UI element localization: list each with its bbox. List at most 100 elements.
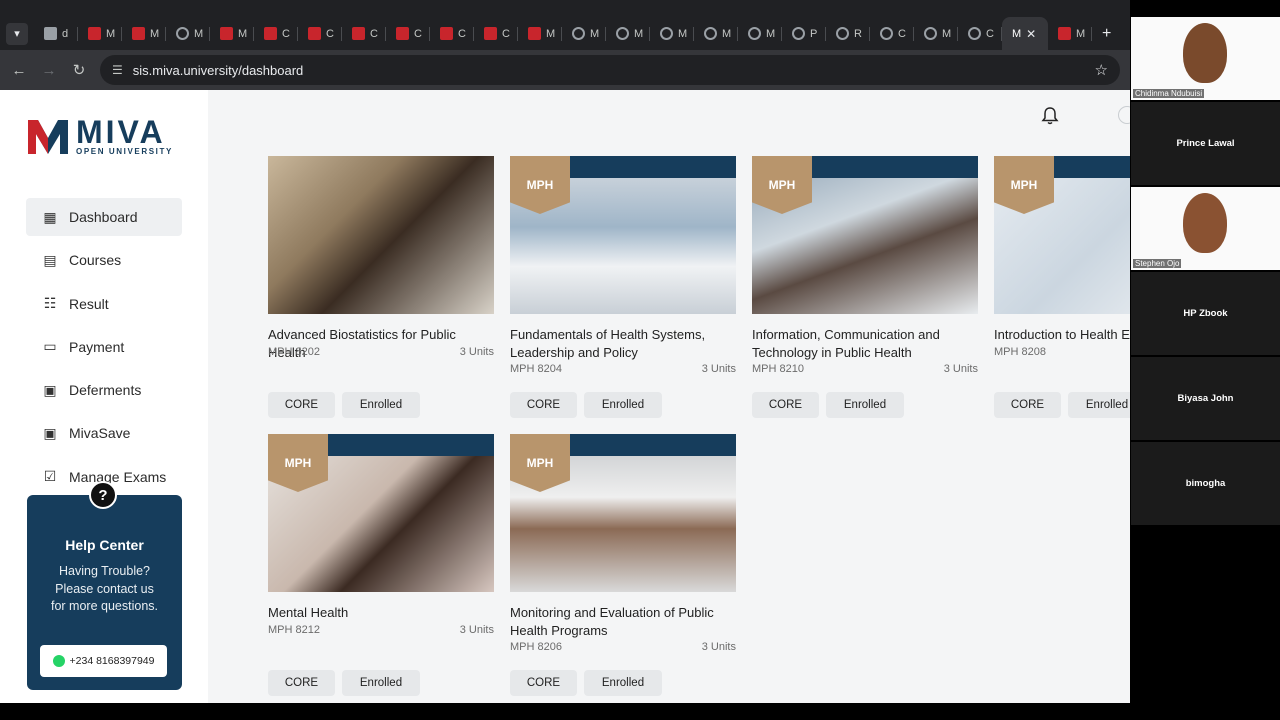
miva-favicon-icon	[220, 27, 233, 40]
forward-icon[interactable]: →	[34, 62, 64, 79]
participant-tile[interactable]: Prince Lawal	[1131, 102, 1280, 185]
browser-tab[interactable]: M	[562, 17, 606, 50]
course-image[interactable]: MPH	[268, 434, 494, 592]
browser-tab[interactable]: M	[1048, 17, 1092, 50]
browser-tab[interactable]: C	[386, 17, 430, 50]
browser-tab[interactable]: R	[826, 17, 870, 50]
course-card[interactable]: MPH Fundamentals of Health Systems, Leade…	[510, 156, 736, 418]
browser-tab[interactable]: C	[342, 17, 386, 50]
course-code: MPH 8208	[994, 345, 1046, 358]
participant-name: bimogha	[1185, 478, 1226, 489]
participant-name: Biyasa John	[1177, 393, 1234, 404]
browser-tab[interactable]: C	[430, 17, 474, 50]
course-units: 3 Units	[459, 345, 494, 358]
participant-tile[interactable]: HP Zbook	[1131, 272, 1280, 355]
course-title[interactable]: Introduction to Health Ec	[994, 326, 1130, 344]
new-tab-button[interactable]: +	[1102, 25, 1111, 43]
browser-tab[interactable]: C	[870, 17, 914, 50]
participant-tile[interactable]: Biyasa John	[1131, 357, 1280, 440]
user-avatar-icon[interactable]	[1118, 106, 1130, 124]
course-image[interactable]: MPH	[994, 156, 1130, 314]
globe-favicon-icon	[660, 27, 673, 40]
tab-label: M	[238, 27, 248, 40]
course-title[interactable]: Information, Communication and Technolog…	[752, 326, 978, 361]
close-tab-icon[interactable]: ✕	[1026, 27, 1036, 41]
course-card[interactable]: MPH Mental Health MPH 8212 3 Units CORE Enrol…	[268, 434, 494, 696]
browser-tab[interactable]: M	[694, 17, 738, 50]
globe-favicon-icon	[176, 27, 189, 40]
course-title[interactable]: Advanced Biostatistics for Public Health	[268, 326, 494, 360]
browser-tab[interactable]: C	[958, 17, 1002, 50]
help-phone-number: +234 8168397949	[69, 655, 155, 667]
participant-tile[interactable]: Chidinma Ndubuisi	[1131, 17, 1280, 100]
bookmark-star-icon[interactable]: ☆	[1095, 61, 1108, 79]
browser-tab[interactable]: C	[298, 17, 342, 50]
tab-label: M	[1012, 27, 1022, 40]
browser-tab[interactable]: d	[34, 17, 78, 50]
browser-tab[interactable]: M	[78, 17, 122, 50]
sidebar-item-dashboard[interactable]: ▦ Dashboard	[26, 198, 182, 236]
tab-search-button[interactable]: ▾	[6, 22, 28, 45]
whatsapp-contact-button[interactable]: +234 8168397949	[40, 645, 167, 677]
sidebar-item-payment[interactable]: ▭ Payment	[26, 328, 182, 366]
sidebar-item-result[interactable]: ☷ Result	[26, 285, 182, 323]
participant-name: Prince Lawal	[1176, 138, 1235, 149]
brand-name: MIVA	[76, 113, 166, 150]
miva-favicon-icon	[1058, 27, 1071, 40]
miva-logo[interactable]: MIVA OPEN UNIVERSITY	[26, 114, 173, 158]
sidebar-item-courses[interactable]: ▤ Courses	[26, 241, 182, 279]
participant-tile[interactable]: Stephen Ojo	[1131, 187, 1280, 270]
site-info-icon[interactable]: ☰	[112, 63, 123, 77]
core-badge: CORE	[268, 392, 335, 418]
browser-tab[interactable]: M	[650, 17, 694, 50]
bell-icon[interactable]	[1040, 106, 1060, 126]
browser-tab[interactable]: M	[914, 17, 958, 50]
course-image[interactable]: MPH	[752, 156, 978, 314]
participant-tile[interactable]: bimogha	[1131, 442, 1280, 525]
course-title[interactable]: Monitoring and Evaluation of Public Heal…	[510, 604, 736, 639]
globe-favicon-icon	[792, 27, 805, 40]
browser-tab[interactable]: C	[474, 17, 518, 50]
course-card[interactable]: MPH Introduction to Health Ec MPH 8208 CORE…	[994, 156, 1130, 418]
tab-label: M	[766, 27, 776, 40]
enrolled-badge: Enrolled	[342, 670, 420, 696]
sidebar-item-deferments[interactable]: ▣ Deferments	[26, 371, 182, 409]
course-code: MPH 8210	[752, 363, 804, 375]
browser-tab[interactable]: M	[166, 17, 210, 50]
back-icon[interactable]: ←	[4, 62, 34, 79]
course-title[interactable]: Mental Health	[268, 604, 494, 622]
help-center-title: Help Center	[65, 537, 144, 553]
url-text[interactable]: sis.miva.university/dashboard	[133, 63, 304, 78]
browser-tab[interactable]: M	[122, 17, 166, 50]
browser-tab[interactable]: C	[254, 17, 298, 50]
browser-tab[interactable]: M	[210, 17, 254, 50]
brand-subtitle: OPEN UNIVERSITY	[76, 146, 173, 156]
tab-strip: ▾ d M M M M C C C C C C M M M M M M P R C M C M ✕ M +	[0, 17, 1111, 50]
enrolled-badge: Enrolled	[584, 392, 662, 418]
participant-name: HP Zbook	[1183, 308, 1228, 319]
sidebar: MIVA OPEN UNIVERSITY ▦ Dashboard ▤ Courses ☷…	[0, 90, 208, 703]
course-tags: CORE Enrolled	[510, 670, 662, 696]
sidebar-item-mivasave[interactable]: ▣ MivaSave	[26, 414, 182, 452]
course-image[interactable]	[268, 156, 494, 314]
browser-tab[interactable]: M	[518, 17, 562, 50]
course-units: 3 Units	[459, 623, 494, 636]
tab-label: C	[502, 27, 510, 40]
course-image[interactable]: MPH	[510, 434, 736, 592]
course-title[interactable]: Fundamentals of Health Systems, Leadersh…	[510, 326, 736, 361]
sidebar-item-label: Deferments	[69, 382, 142, 399]
address-bar[interactable]: ☰ sis.miva.university/dashboard ☆	[100, 55, 1120, 85]
browser-tab[interactable]: P	[782, 17, 826, 50]
browser-tab[interactable]: M ✕	[1002, 17, 1048, 50]
program-ribbon: MPH	[752, 156, 812, 214]
course-card[interactable]: MPH Monitoring and Evaluation of Public H…	[510, 434, 736, 696]
dashboard-icon: ▦	[43, 208, 57, 225]
sidebar-item-label: Courses	[69, 252, 122, 269]
browser-tab[interactable]: M	[738, 17, 782, 50]
reload-icon[interactable]: ↻	[64, 61, 94, 79]
course-image[interactable]: MPH	[510, 156, 736, 314]
browser-tab[interactable]: M	[606, 17, 650, 50]
core-badge: CORE	[510, 670, 577, 696]
course-card[interactable]: MPH Information, Communication and Techno…	[752, 156, 978, 418]
course-card[interactable]: Advanced Biostatistics for Public Health…	[268, 156, 494, 418]
